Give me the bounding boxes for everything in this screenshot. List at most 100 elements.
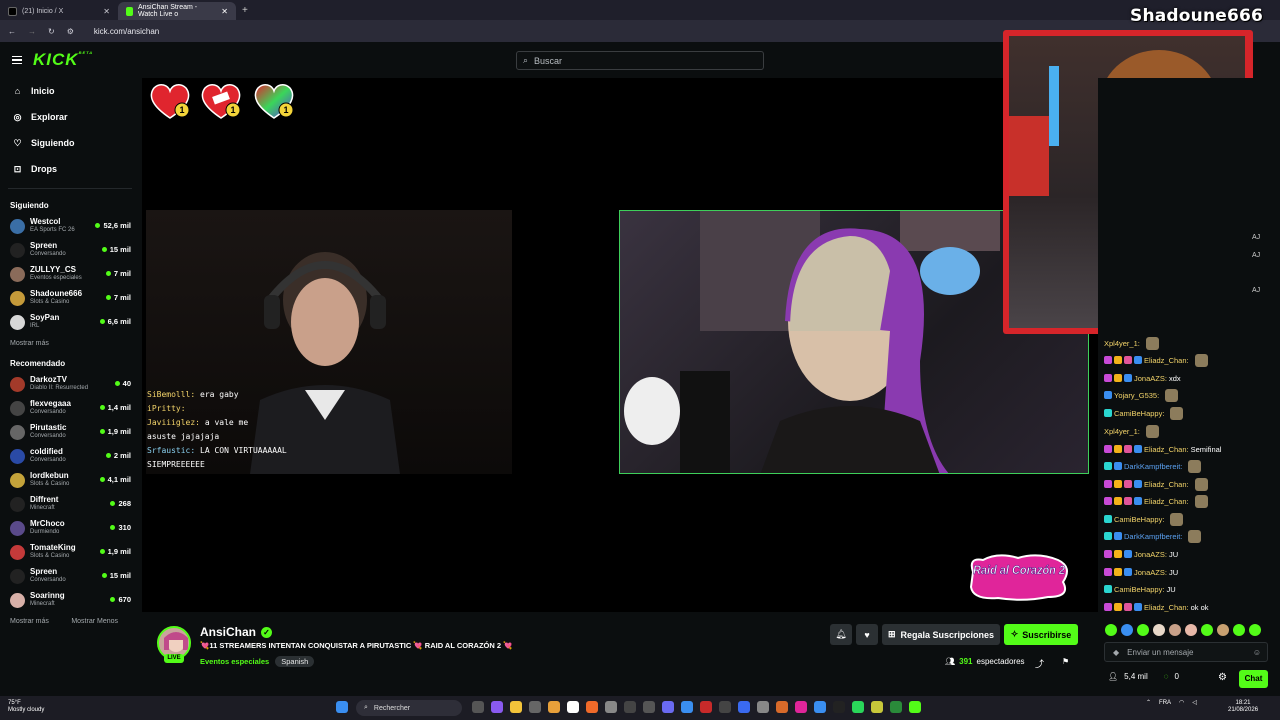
- chat-message[interactable]: Eliadz_Chan:: [1104, 493, 1208, 509]
- sidebar-item-inicio[interactable]: ⌂ Inicio: [0, 78, 140, 104]
- site-info-icon[interactable]: ⚙: [67, 27, 74, 36]
- chat-message[interactable]: DarkKampfbereit:: [1104, 458, 1202, 474]
- sidebar-item-drops[interactable]: ⊡ Drops: [0, 156, 140, 182]
- emote-icon[interactable]: [1185, 624, 1197, 636]
- chat-message[interactable]: Eliadz_Chan:: [1104, 476, 1208, 492]
- app-icon[interactable]: [491, 701, 503, 713]
- chat-settings-icon[interactable]: ◆: [1113, 648, 1119, 657]
- app-icon[interactable]: [624, 701, 636, 713]
- forward-icon[interactable]: →: [28, 27, 36, 36]
- chat-message[interactable]: Eliadz_Chan:: [1104, 352, 1208, 368]
- browser-tab-kick[interactable]: AnsiChan Stream - Watch Live o ✕: [118, 2, 236, 20]
- emote-icon[interactable]: [1105, 624, 1117, 636]
- chat-send-button[interactable]: Chat: [1239, 670, 1268, 688]
- app-icon[interactable]: [567, 701, 579, 713]
- chat-message[interactable]: Eliadz_Chan: Semifinal: [1104, 441, 1221, 457]
- channel-item[interactable]: ZULLYY_CS Eventos especiales 7 mil: [0, 262, 140, 286]
- follow-button[interactable]: ♥: [856, 624, 878, 645]
- chat-message[interactable]: DarkKampfbereit:: [1104, 528, 1202, 544]
- wifi-icon[interactable]: ◠: [1179, 699, 1184, 706]
- channel-item[interactable]: SoyPan IRL 6,6 mil: [0, 310, 140, 334]
- subscribe-button[interactable]: ✧ Suscribirse: [1004, 624, 1078, 645]
- app-icon[interactable]: [909, 701, 921, 713]
- channel-item[interactable]: lordkebun Slots & Casino 4,1 mil: [0, 468, 140, 492]
- chat-username[interactable]: Xpl4yer_1:: [1104, 427, 1140, 436]
- back-icon[interactable]: ←: [8, 27, 16, 36]
- channel-item[interactable]: DarkozTV Diablo II: Resurrected 40: [0, 372, 140, 396]
- channel-name[interactable]: AnsiChan ✓: [200, 625, 273, 639]
- chat-username[interactable]: Eliadz_Chan:: [1144, 480, 1189, 489]
- chat-username[interactable]: JonaAZS:: [1134, 374, 1167, 383]
- chat-message[interactable]: JonaAZS: JU: [1104, 546, 1178, 562]
- chat-message[interactable]: CamiBeHappy:: [1104, 405, 1184, 421]
- chat-username[interactable]: Eliadz_Chan:: [1144, 603, 1189, 612]
- emote-icon[interactable]: [1169, 624, 1181, 636]
- chat-username[interactable]: Xpl4yer_1:: [1104, 339, 1140, 348]
- chat-username[interactable]: CamiBeHappy:: [1114, 585, 1164, 594]
- channel-item[interactable]: Pirutastic Conversando 1,9 mil: [0, 420, 140, 444]
- url-field[interactable]: kick.com/ansichan: [94, 27, 159, 36]
- channel-item[interactable]: Diffrent Minecraft 268: [0, 492, 140, 516]
- clock[interactable]: 18:21 21/08/2026: [1228, 700, 1258, 714]
- emote-icon[interactable]: [1121, 624, 1133, 636]
- app-icon[interactable]: [757, 701, 769, 713]
- channel-item[interactable]: TomateKing Slots & Casino 1,9 mil: [0, 540, 140, 564]
- show-more-link[interactable]: Mostrar más: [10, 618, 49, 625]
- sidebar-item-siguiendo[interactable]: ♡ Siguiendo: [0, 130, 140, 156]
- app-icon[interactable]: [719, 701, 731, 713]
- chat-username[interactable]: DarkKampfbereit:: [1124, 462, 1182, 471]
- channel-item[interactable]: Spreen Conversando 15 mil: [0, 564, 140, 588]
- app-icon[interactable]: [871, 701, 883, 713]
- chat-message[interactable]: Xpl4yer_1:: [1104, 423, 1159, 439]
- chat-username[interactable]: JonaAZS:: [1134, 550, 1167, 559]
- taskbar-search[interactable]: ⌕ Rechercher: [356, 700, 462, 716]
- chat-message[interactable]: CamiBeHappy: JU: [1104, 581, 1176, 597]
- channel-item[interactable]: Spreen Conversando 15 mil: [0, 238, 140, 262]
- channel-item[interactable]: coldified Conversando 2 mil: [0, 444, 140, 468]
- search-input[interactable]: ⌕ Buscar: [516, 51, 764, 70]
- app-icon[interactable]: [890, 701, 902, 713]
- chat-input[interactable]: ◆ Enviar un mensaje ☺: [1104, 642, 1268, 662]
- chat-username[interactable]: JonaAZS:: [1134, 568, 1167, 577]
- emote-icon[interactable]: [1249, 624, 1261, 636]
- chat-username[interactable]: CamiBeHappy:: [1114, 515, 1164, 524]
- notifications-button[interactable]: 🔔︎: [830, 624, 852, 645]
- channel-item[interactable]: Shadoune666 Slots & Casino 7 mil: [0, 286, 140, 310]
- category-link[interactable]: Eventos especiales: [200, 657, 269, 666]
- show-less-link[interactable]: Mostrar Menos: [71, 618, 118, 625]
- emote-icon[interactable]: [1153, 624, 1165, 636]
- language-indicator[interactable]: FRA: [1159, 700, 1171, 706]
- app-icon[interactable]: [852, 701, 864, 713]
- app-icon[interactable]: [700, 701, 712, 713]
- chat-username[interactable]: Eliadz_Chan:: [1144, 356, 1189, 365]
- task-view-icon[interactable]: [472, 701, 484, 713]
- tiktok-icon[interactable]: [795, 701, 807, 713]
- file-explorer-icon[interactable]: [510, 701, 522, 713]
- chat-message[interactable]: Yojary_G535:: [1104, 387, 1179, 403]
- emoji-icon[interactable]: ☺: [1253, 648, 1261, 657]
- chat-username[interactable]: CamiBeHappy:: [1114, 409, 1164, 418]
- close-tab-icon[interactable]: ✕: [221, 7, 228, 16]
- emote-icon[interactable]: [1217, 624, 1229, 636]
- app-icon[interactable]: [833, 701, 845, 713]
- chat-username[interactable]: Yojary_G535:: [1114, 391, 1159, 400]
- app-icon[interactable]: [776, 701, 788, 713]
- weather-widget[interactable]: 75°F Mostly cloudy: [8, 700, 44, 714]
- chat-message[interactable]: Eliadz_Chan: ok ok: [1104, 599, 1209, 615]
- close-tab-icon[interactable]: ✕: [103, 7, 110, 16]
- app-icon[interactable]: [529, 701, 541, 713]
- windows-start-icon[interactable]: [336, 701, 348, 713]
- kick-logo[interactable]: KICKBETA: [33, 50, 93, 70]
- gear-icon[interactable]: ⚙: [1218, 672, 1227, 683]
- new-tab-icon[interactable]: +: [242, 5, 248, 16]
- app-icon[interactable]: [662, 701, 674, 713]
- reload-icon[interactable]: ↻: [48, 27, 55, 36]
- chat-message[interactable]: JonaAZS: xdx: [1104, 370, 1181, 386]
- chat-message[interactable]: CamiBeHappy:: [1104, 511, 1184, 527]
- channel-item[interactable]: flexvegaaa Conversando 1,4 mil: [0, 396, 140, 420]
- following-show-more[interactable]: Mostrar más: [0, 334, 140, 353]
- emote-icon[interactable]: [1137, 624, 1149, 636]
- emote-icon[interactable]: [1233, 624, 1245, 636]
- gift-subs-button[interactable]: ⊞ Regala Suscripciones: [882, 624, 1000, 645]
- share-icon[interactable]: ⤴: [1035, 657, 1044, 670]
